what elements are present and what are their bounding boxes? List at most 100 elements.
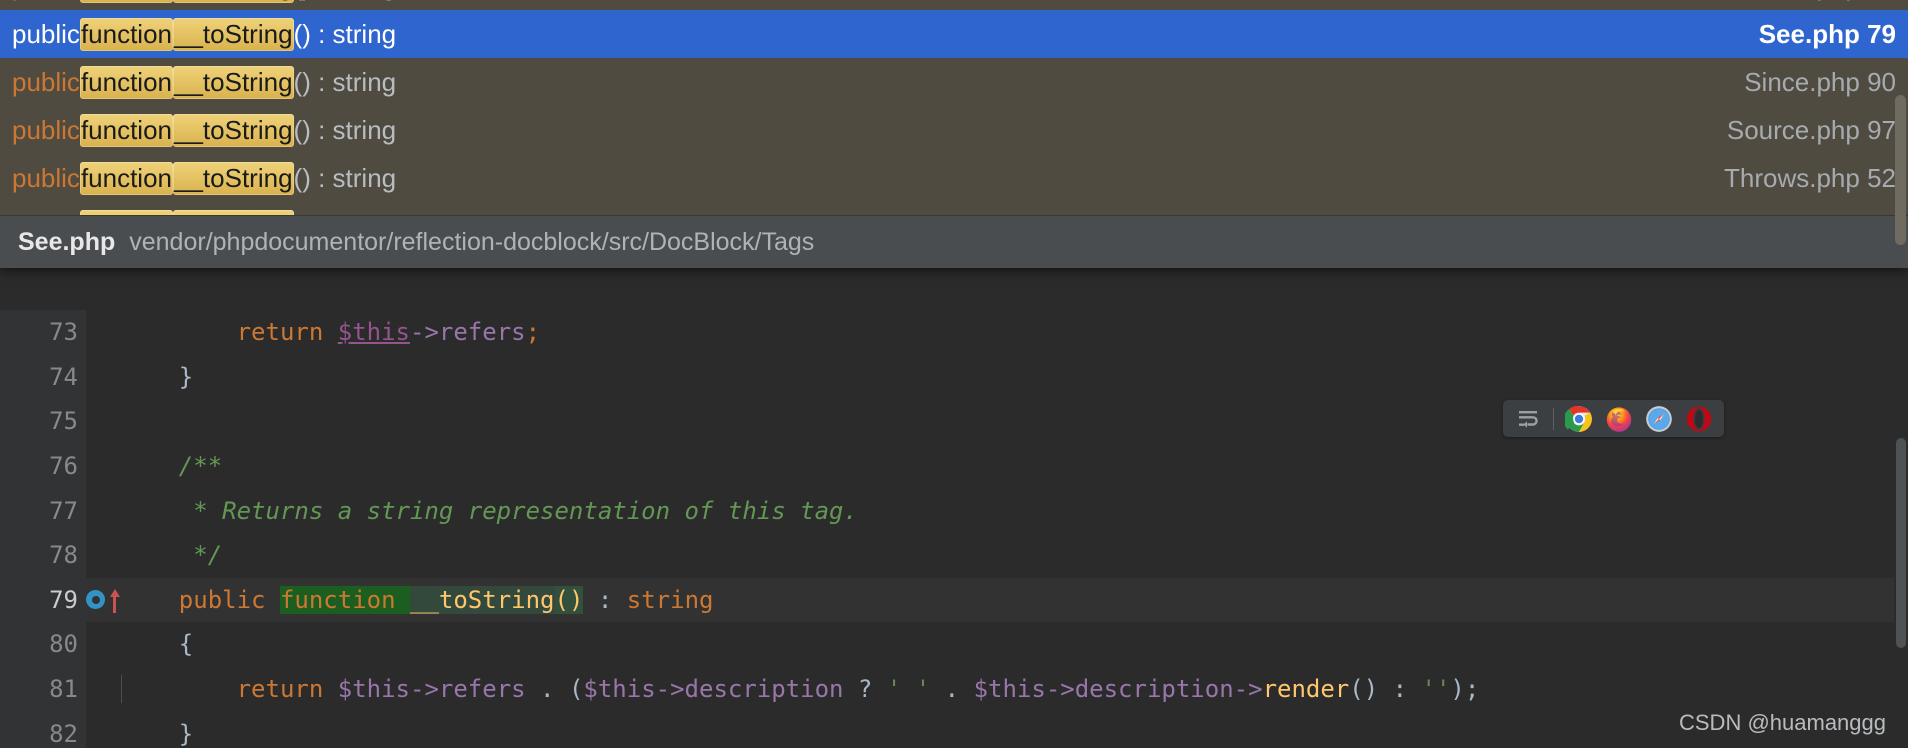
code-lines-container: 73 return $this->refers; 74 } 75 76 /** 77 *… <box>0 310 1908 748</box>
code-token: ->description-> <box>1045 675 1263 704</box>
code-token: () : <box>1349 675 1422 704</box>
code-token: public <box>121 585 280 614</box>
symbol-location: Since.php 90 <box>1744 66 1896 97</box>
line-number-gutter[interactable]: 82 <box>0 711 86 748</box>
line-number-gutter[interactable]: 77 <box>0 488 86 533</box>
safari-icon[interactable] <box>1644 404 1674 434</box>
symbol-result-row[interactable]: public function __toString() : string Sou… <box>0 106 1908 154</box>
code-line[interactable]: 78 */ <box>0 532 1908 578</box>
code-token: } <box>121 362 194 391</box>
popup-status-bar: See.php vendor/phpdocumentor/reflection-… <box>0 216 1908 268</box>
code-token: /** <box>121 452 223 481</box>
symbol-location: Sublime.php 68 <box>1715 0 1896 2</box>
code-line-text: */ <box>86 541 1908 569</box>
code-line[interactable]: 73 return $this->refers; <box>0 310 1908 355</box>
code-line[interactable]: 74 } <box>0 354 1908 400</box>
code-token: string <box>626 585 714 614</box>
signature-modifier: public <box>12 0 80 2</box>
code-line[interactable]: 81 return $this->refers . ($this->descri… <box>0 666 1908 712</box>
chrome-icon[interactable] <box>1564 404 1594 434</box>
line-number-gutter[interactable]: 78 <box>0 532 86 578</box>
code-token: __toString <box>410 585 555 614</box>
symbol-location: See.php 79 <box>1758 18 1896 49</box>
line-number-gutter[interactable]: 79 <box>0 577 120 623</box>
signature-match-name: __toString <box>173 0 294 3</box>
code-token: : <box>583 585 627 614</box>
soft-wrap-icon[interactable] <box>1513 404 1543 434</box>
code-line[interactable]: 76 /** <box>0 443 1908 489</box>
code-token: () <box>554 585 584 614</box>
symbol-search-popup[interactable]: public function __toString() : stringSub… <box>0 0 1908 268</box>
code-token: . <box>930 675 974 704</box>
symbol-signature: public function __toString() : string <box>12 113 397 147</box>
code-token: '' <box>1421 675 1451 704</box>
code-token: */ <box>121 541 223 570</box>
indent-guide <box>121 675 122 704</box>
code-token: return <box>236 318 338 347</box>
code-token: ->refers <box>410 675 526 704</box>
toolbar-divider <box>1553 407 1554 430</box>
code-token: ' ' <box>886 675 931 704</box>
symbol-location: Source.php 97 <box>1726 114 1896 145</box>
ide-window: 73 return $this->refers; 74 } 75 76 /** 77 *… <box>0 0 1908 748</box>
code-token: $this <box>337 675 410 704</box>
signature-match-keyword: function <box>79 113 174 147</box>
line-number-gutter[interactable]: 81 <box>0 666 86 712</box>
code-token: . ( <box>525 675 584 704</box>
signature-modifier: public <box>12 18 80 49</box>
code-token: { <box>121 630 194 659</box>
signature-match-name: __toString <box>173 65 294 99</box>
symbol-location: Throws.php 52 <box>1724 162 1896 193</box>
editor-vertical-scrollbar[interactable] <box>1894 268 1908 748</box>
symbol-result-row[interactable]: public function __toString() : string Sub… <box>0 0 1908 10</box>
popup-scrollbar-thumb[interactable] <box>1895 95 1906 245</box>
code-token: ; <box>525 318 541 347</box>
line-number-gutter[interactable]: 73 <box>0 310 86 355</box>
code-token: ->description <box>655 675 844 704</box>
symbol-signature: public function __toString() : string <box>12 0 396 3</box>
code-token: * Returns a string representation of thi… <box>121 496 858 525</box>
firefox-icon[interactable] <box>1604 404 1634 434</box>
code-line-text: } <box>86 363 1908 391</box>
code-line-text: } <box>86 720 1908 748</box>
signature-match-name: __toString <box>173 17 294 51</box>
line-number-gutter[interactable]: 76 <box>0 443 86 489</box>
line-number-gutter[interactable]: 74 <box>0 354 86 400</box>
code-line-text: return $this->refers; <box>86 318 1908 346</box>
symbol-result-row[interactable]: public function __toString() : string Sin… <box>0 58 1908 106</box>
signature-rest: () : string <box>293 162 397 193</box>
code-line-text: /** <box>86 452 1908 480</box>
signature-rest: () : string <box>293 114 397 145</box>
editor-scrollbar-thumb[interactable] <box>1896 438 1906 648</box>
symbol-result-row[interactable]: public function __toString() : string See… <box>0 10 1908 58</box>
code-token: return <box>236 675 338 704</box>
signature-match-keyword: function <box>79 161 174 195</box>
code-line[interactable]: 77 * Returns a string representation of … <box>0 488 1908 533</box>
code-token: } <box>121 719 194 748</box>
code-line[interactable]: 80 { <box>0 622 1908 667</box>
code-token: ->refers <box>410 318 526 347</box>
code-line[interactable]: 82 } <box>0 711 1908 748</box>
opera-icon[interactable] <box>1684 404 1714 434</box>
line-number-gutter[interactable]: 75 <box>0 399 86 444</box>
signature-modifier: public <box>12 114 80 145</box>
code-line[interactable]: 79 public function __toString() : string <box>0 577 1908 623</box>
symbol-result-row[interactable]: public function __toString() : string Thr… <box>0 154 1908 202</box>
symbol-signature: public function __toString() : string <box>12 17 396 51</box>
signature-match-name: __toString <box>173 113 294 147</box>
code-token <box>395 585 410 614</box>
line-number-gutter[interactable]: 80 <box>0 622 86 667</box>
symbol-signature: public function __toString() : string <box>12 65 397 99</box>
code-token: ? <box>843 675 887 704</box>
code-line-text: return $this->refers . ($this->descripti… <box>86 675 1908 704</box>
browser-preview-toolbar[interactable] <box>1503 400 1724 437</box>
signature-match-keyword: function <box>79 0 174 3</box>
signature-rest: () : string <box>293 66 397 97</box>
code-token: function <box>279 585 396 614</box>
signature-rest: () : string <box>294 0 397 2</box>
watermark: CSDN @huamanggg <box>1679 710 1886 735</box>
code-token: $this <box>973 675 1046 704</box>
symbol-signature: public function __toString() : string <box>12 161 397 195</box>
code-token: $this <box>583 675 656 704</box>
